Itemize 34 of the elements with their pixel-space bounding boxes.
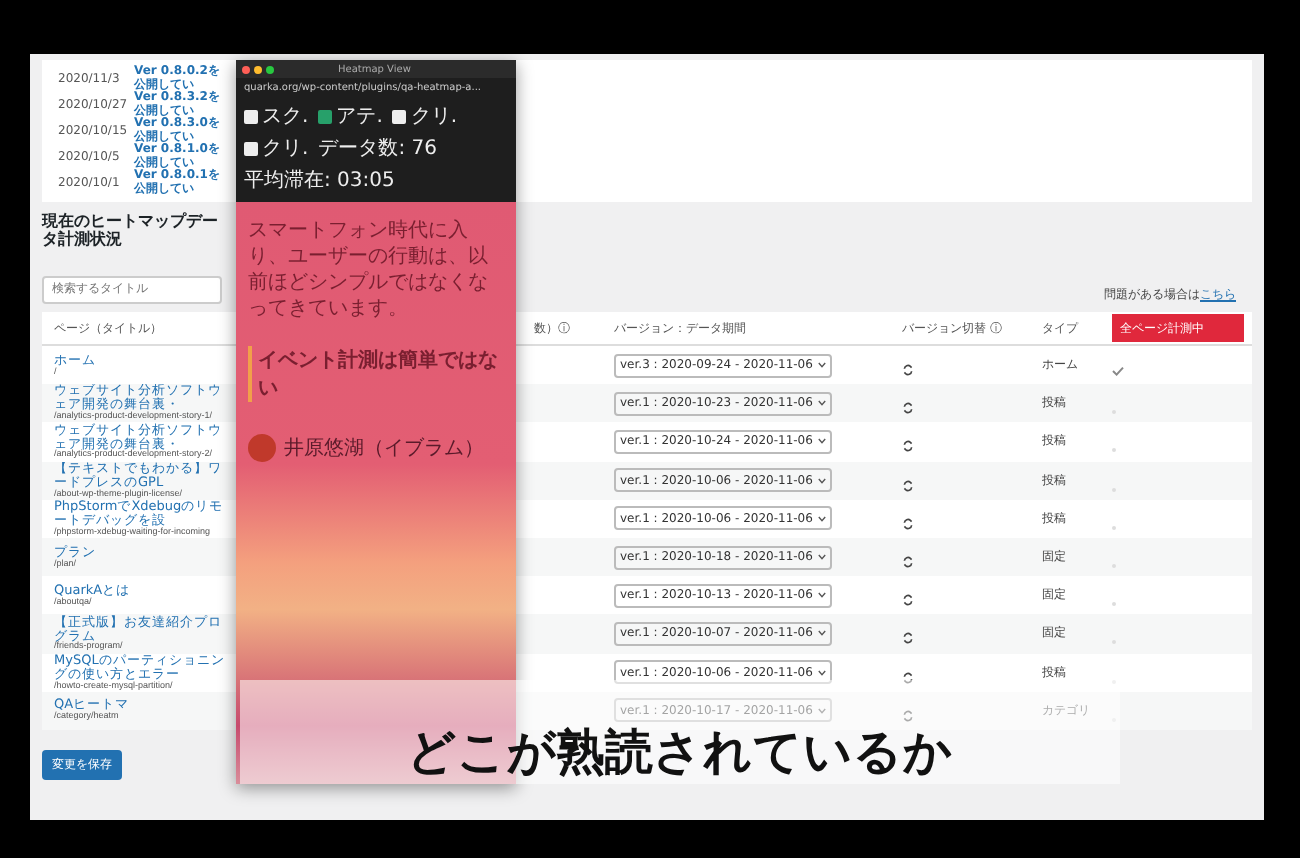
refresh-icon[interactable] [902,671,914,684]
filter-checkbox[interactable]: アテ. [318,102,383,130]
refresh-icon[interactable] [902,517,914,530]
chevron-icon [818,630,827,637]
filter-checkbox[interactable]: クリ. [244,134,309,162]
minimize-icon[interactable] [254,65,262,73]
subtitle-text: どこが熟読されているか [407,724,953,780]
refresh-icon[interactable] [902,594,914,607]
maximize-icon[interactable] [266,65,274,73]
article-paragraph: スマートフォン時代に入り、ユーザーの行動は、以前ほどシンプルではなくなってきています。 [248,218,490,322]
section-title: 現在のヒートマップデータ計測状況 [42,212,220,248]
refresh-icon[interactable] [902,632,914,645]
chevron-icon [818,400,827,407]
chevron-icon [818,592,827,599]
chevron-icon [818,554,827,561]
chevron-icon [818,515,827,522]
chevron-icon [818,707,827,714]
refresh-icon[interactable] [902,479,914,492]
data-count: データ数: 76 [318,136,437,162]
filter-checkbox[interactable]: スク. [244,102,309,130]
chevron-icon [818,477,827,484]
chevron-icon [818,438,827,445]
filter-checkbox[interactable]: クリ. [392,102,458,130]
chevron-icon [818,362,827,369]
refresh-icon[interactable] [902,556,914,569]
refresh-icon[interactable] [902,402,914,415]
tweet-author: 井原悠湖（イブラム） [284,435,484,462]
chevron-icon [818,669,827,676]
article-heading: イベント計測は簡単ではない [248,346,504,402]
refresh-icon[interactable] [902,440,914,453]
avatar-circle [248,434,276,462]
refresh-icon[interactable] [902,364,914,377]
average-stay: 平均滞在: 03:05 [244,167,395,194]
close-icon[interactable] [242,65,250,73]
